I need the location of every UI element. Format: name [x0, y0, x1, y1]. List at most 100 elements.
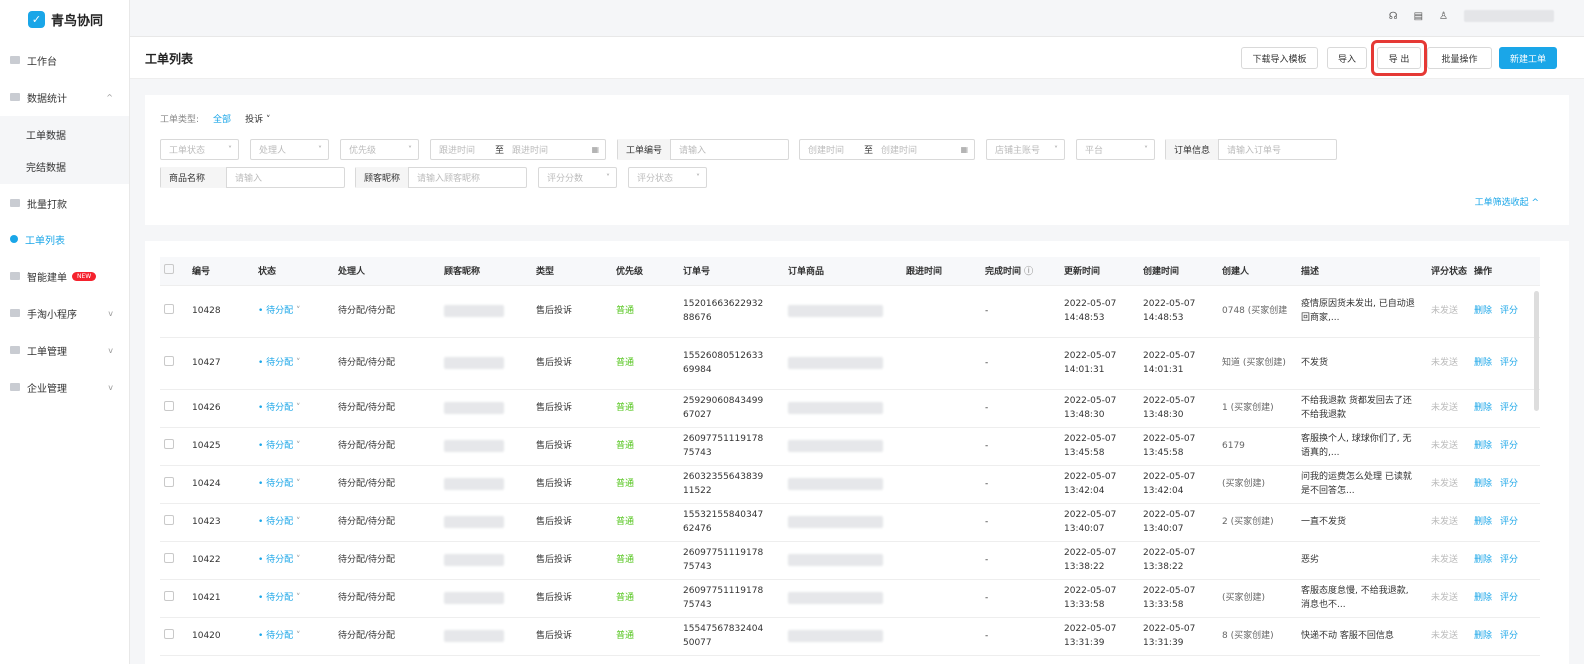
row-score-status: 未发送: [1427, 579, 1470, 618]
rate-link[interactable]: 评分: [1500, 517, 1518, 527]
row-done-time: -: [981, 427, 1060, 466]
row-status[interactable]: • 待分配 ˅: [254, 337, 334, 390]
delete-link[interactable]: 删除: [1474, 358, 1492, 368]
row-checkbox[interactable]: [160, 617, 188, 656]
row-priority: 普通: [612, 389, 679, 428]
sidebar-item-workorder-manage[interactable]: 工单管理 v: [0, 332, 129, 368]
customer-nick-input[interactable]: 顾客昵称 请输入顾客昵称: [355, 167, 527, 188]
delete-link[interactable]: 删除: [1474, 593, 1492, 603]
row-handler: 待分配/待分配: [334, 337, 440, 390]
row-description: 客服换个人, 球球你们了, 无语真的,...: [1297, 427, 1427, 466]
delete-link[interactable]: 删除: [1474, 403, 1492, 413]
row-checkbox[interactable]: [160, 389, 188, 428]
table-row[interactable]: 10428 • 待分配 ˅ 待分配/待分配 售后投诉 普通 15201663622932 …: [160, 285, 1540, 338]
row-status[interactable]: • 待分配 ˅: [254, 389, 334, 428]
type-all-option[interactable]: 全部: [213, 112, 231, 125]
row-type: 售后投诉: [532, 541, 612, 580]
sidebar-item-smart-create[interactable]: 智能建单 NEW: [0, 258, 129, 294]
delete-link[interactable]: 删除: [1474, 441, 1492, 451]
delete-link[interactable]: 删除: [1474, 555, 1492, 565]
table-row[interactable]: 10426 • 待分配 ˅ 待分配/待分配 售后投诉 普通 25929060843499 …: [160, 389, 1540, 428]
headset-icon[interactable]: ☊: [1389, 11, 1398, 22]
sidebar-item-workorder-list[interactable]: 工单列表: [0, 221, 129, 257]
table-scrollbar[interactable]: [1534, 291, 1539, 411]
sidebar-item-mini-program[interactable]: 手淘小程序 v: [0, 295, 129, 331]
rate-link[interactable]: 评分: [1500, 441, 1518, 451]
create-time-range[interactable]: 创建时间至创建时间 ▦: [799, 139, 975, 160]
sidebar-item-enterprise[interactable]: 企业管理 v: [0, 369, 129, 405]
row-checkbox[interactable]: [160, 337, 188, 390]
sidebar-item-workbench[interactable]: 工作台: [0, 42, 129, 78]
order-info-input[interactable]: 订单信息 请输入订单号: [1165, 139, 1337, 160]
rate-link[interactable]: 评分: [1500, 403, 1518, 413]
type-complaint-option[interactable]: 投诉 ˅: [245, 112, 270, 125]
row-score-status: 未发送: [1427, 285, 1470, 338]
rate-link[interactable]: 评分: [1500, 306, 1518, 316]
user-name[interactable]: [1464, 10, 1554, 22]
sidebar-item-order-data[interactable]: 工单数据: [0, 116, 129, 152]
sidebar-item-batch-pay[interactable]: 批量打款: [0, 185, 129, 221]
row-description: 疫情原因货未发出, 已自动退回商家,...: [1297, 285, 1427, 338]
import-button[interactable]: 导入: [1327, 47, 1367, 69]
row-status[interactable]: • 待分配 ˅: [254, 427, 334, 466]
row-follow-time: [902, 465, 981, 504]
platform-select[interactable]: 平台 ˅: [1076, 139, 1155, 160]
row-status[interactable]: • 待分配 ˅: [254, 541, 334, 580]
score-status-select[interactable]: 评分状态 ˅: [628, 167, 707, 188]
row-status[interactable]: • 待分配 ˅: [254, 503, 334, 542]
workorder-no-input[interactable]: 工单编号 请输入: [617, 139, 789, 160]
table-row[interactable]: 10422 • 待分配 ˅ 待分配/待分配 售后投诉 普通 26097751119178 …: [160, 541, 1540, 580]
score-select[interactable]: 评分分数 ˅: [538, 167, 617, 188]
row-checkbox[interactable]: [160, 579, 188, 618]
row-checkbox[interactable]: [160, 541, 188, 580]
chevron-down-icon: ˅: [1144, 145, 1148, 154]
row-follow-time: [902, 285, 981, 338]
batch-operation-button[interactable]: 批量操作: [1427, 47, 1492, 69]
chevron-down-icon: ˅: [318, 145, 322, 154]
row-status[interactable]: • 待分配 ˅: [254, 285, 334, 338]
table-row[interactable]: 10425 • 待分配 ˅ 待分配/待分配 售后投诉 普通 26097751119178 …: [160, 427, 1540, 466]
new-workorder-button[interactable]: 新建工单: [1499, 47, 1557, 69]
status-select[interactable]: 工单状态 ˅: [160, 139, 239, 160]
table-row[interactable]: 10421 • 待分配 ˅ 待分配/待分配 售后投诉 普通 26097751119178 …: [160, 579, 1540, 618]
row-order-no: 26097751119178 75743: [679, 427, 784, 466]
rate-link[interactable]: 评分: [1500, 631, 1518, 641]
row-created: 2022-05-07 13:33:58: [1139, 579, 1218, 618]
sidebar-item-stats[interactable]: 数据统计 ^: [0, 79, 129, 115]
handler-select[interactable]: 处理人 ˅: [250, 139, 329, 160]
row-checkbox[interactable]: [160, 285, 188, 338]
delete-link[interactable]: 删除: [1474, 631, 1492, 641]
rate-link[interactable]: 评分: [1500, 358, 1518, 368]
row-status[interactable]: • 待分配 ˅: [254, 465, 334, 504]
priority-select[interactable]: 优先级 ˅: [340, 139, 419, 160]
row-creator: 6179: [1218, 427, 1297, 466]
delete-link[interactable]: 删除: [1474, 479, 1492, 489]
user-icon[interactable]: ♙: [1439, 11, 1448, 22]
table-row[interactable]: 10424 • 待分配 ˅ 待分配/待分配 售后投诉 普通 26032355643839 …: [160, 465, 1540, 504]
row-created: 2022-05-07 13:48:30: [1139, 389, 1218, 428]
table-row[interactable]: 10420 • 待分配 ˅ 待分配/待分配 售后投诉 普通 15547567832404 …: [160, 617, 1540, 656]
row-checkbox[interactable]: [160, 465, 188, 504]
app-logo[interactable]: ✓ 青鸟协同: [0, 0, 129, 38]
row-updated: 2022-05-07 13:40:07: [1060, 503, 1139, 542]
select-all-checkbox[interactable]: [160, 257, 188, 286]
row-status[interactable]: • 待分配 ˅: [254, 579, 334, 618]
follow-time-range[interactable]: 跟进时间至跟进时间 ▦: [430, 139, 606, 160]
delete-link[interactable]: 删除: [1474, 517, 1492, 527]
download-template-button[interactable]: 下载导入模板: [1241, 47, 1318, 69]
row-score-status: 未发送: [1427, 389, 1470, 428]
rate-link[interactable]: 评分: [1500, 479, 1518, 489]
row-status[interactable]: • 待分配 ˅: [254, 617, 334, 656]
row-checkbox[interactable]: [160, 427, 188, 466]
row-checkbox[interactable]: [160, 503, 188, 542]
table-row[interactable]: 10423 • 待分配 ˅ 待分配/待分配 售后投诉 普通 15532155840347 …: [160, 503, 1540, 542]
rate-link[interactable]: 评分: [1500, 593, 1518, 603]
sidebar-item-finished-data[interactable]: 完结数据: [0, 148, 129, 184]
rate-link[interactable]: 评分: [1500, 555, 1518, 565]
shop-account-select[interactable]: 店铺主账号 ˅: [986, 139, 1065, 160]
table-row[interactable]: 10427 • 待分配 ˅ 待分配/待分配 售后投诉 普通 15526080512633 …: [160, 337, 1540, 390]
product-name-input[interactable]: 商品名称 请输入: [160, 167, 345, 188]
document-icon[interactable]: ▤: [1414, 11, 1423, 22]
collapse-filters-link[interactable]: 工单筛选收起 ^: [1475, 195, 1539, 208]
delete-link[interactable]: 删除: [1474, 306, 1492, 316]
